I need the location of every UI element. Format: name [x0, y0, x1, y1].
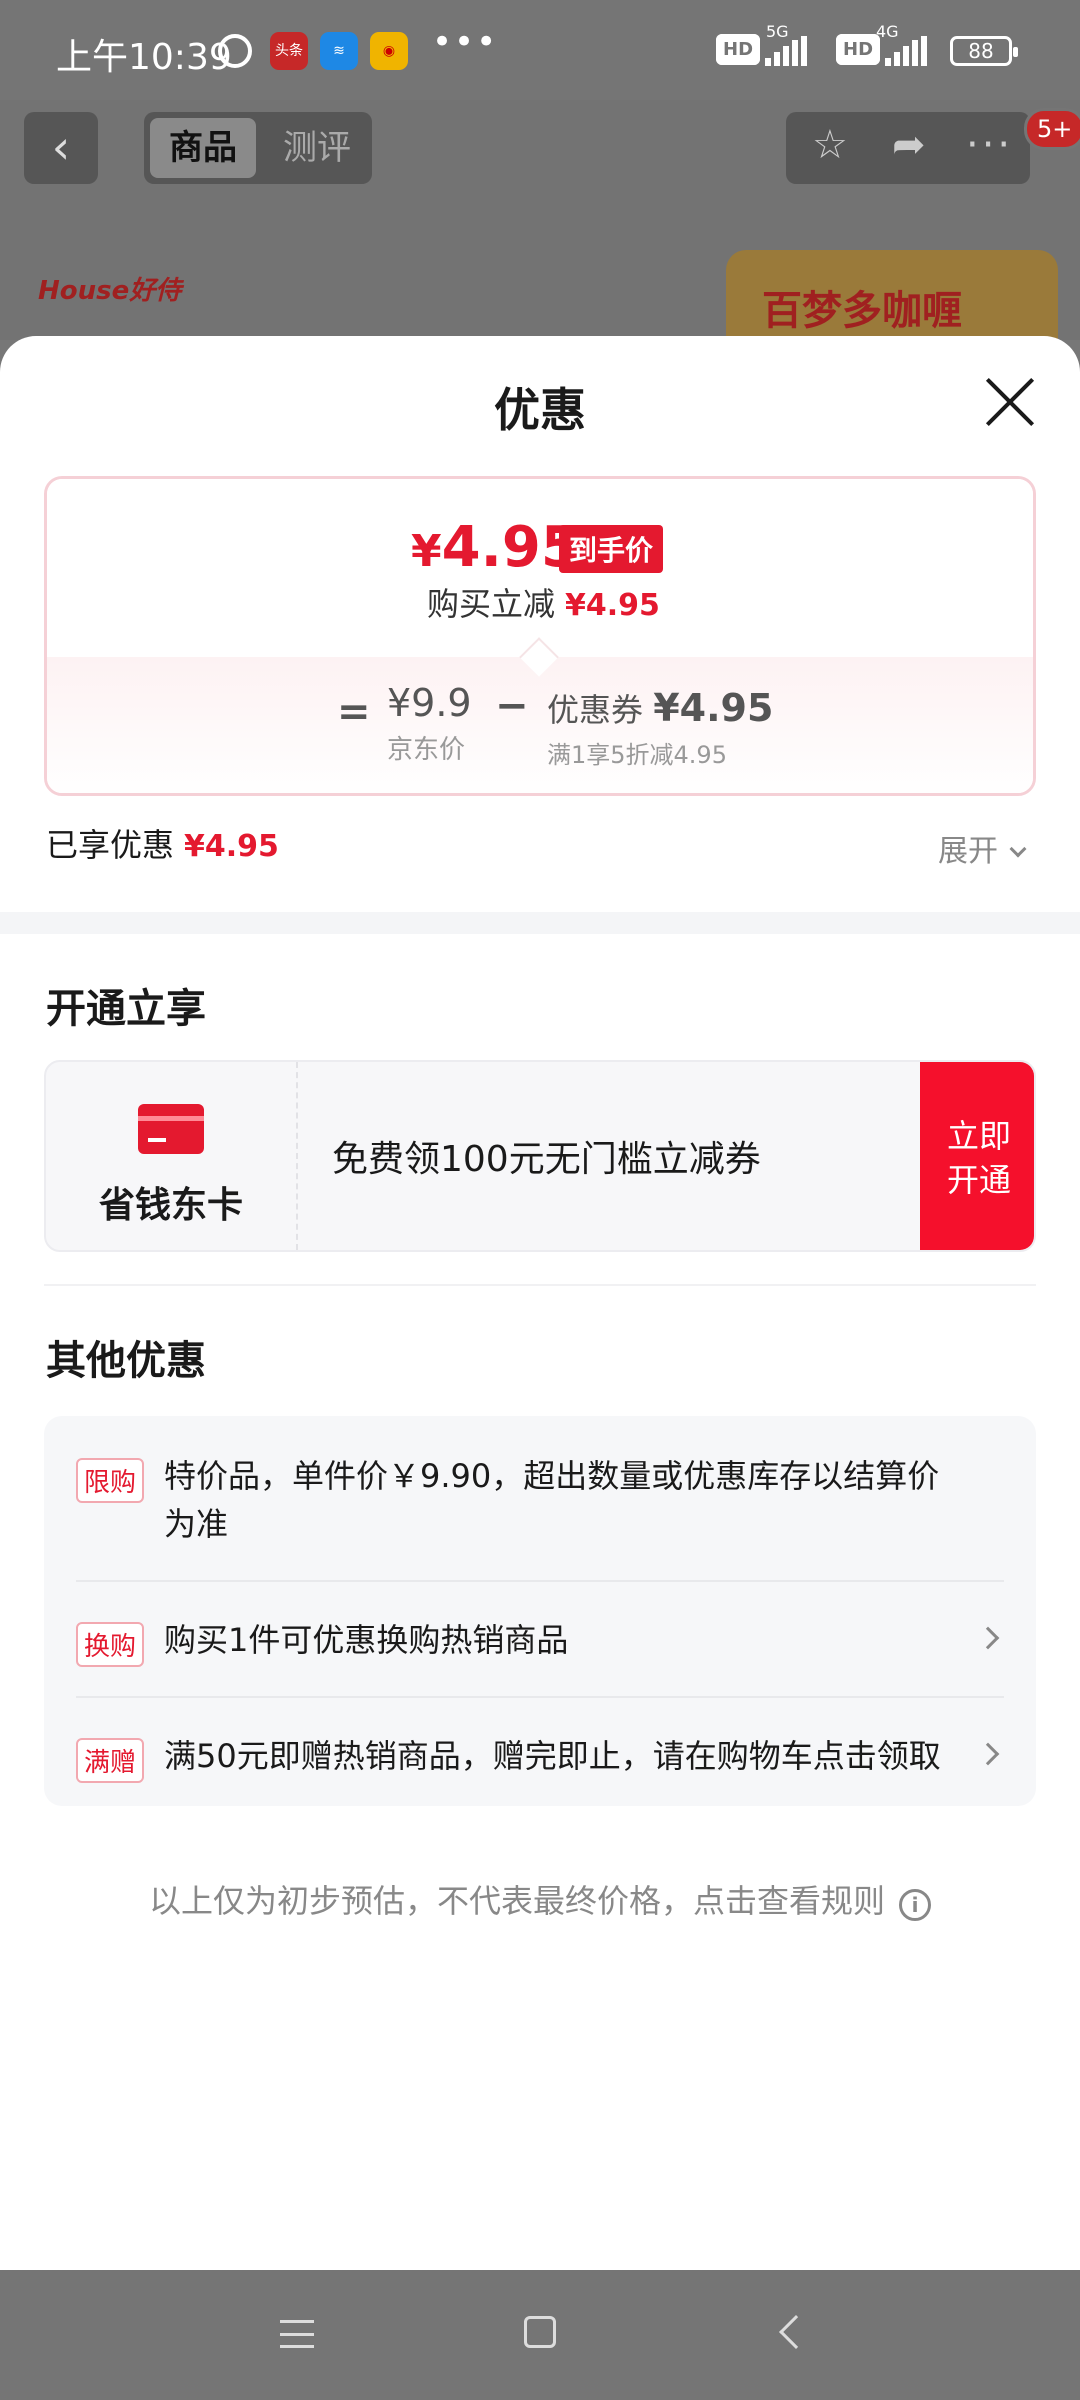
buy-cut-value: ¥4.95: [565, 588, 660, 623]
brand-logo: House好侍: [38, 276, 182, 306]
product-image[interactable]: 百梦多咖喱: [726, 250, 1058, 340]
list-item[interactable]: 满赠 满50元即赠热销商品，赠完即止，请在购物车点击领取: [76, 1737, 1004, 1783]
expand-button[interactable]: 展开: [938, 826, 1027, 870]
back-icon[interactable]: [779, 2315, 813, 2349]
sheet-title: 优惠: [494, 383, 586, 437]
final-price-tag: 到手价: [559, 525, 664, 573]
list-separator: [76, 1580, 1004, 1582]
divider: [44, 1284, 1036, 1286]
info-icon: i: [899, 1889, 931, 1921]
minus-sign: −: [495, 683, 529, 729]
share-icon[interactable]: ➦: [892, 122, 926, 168]
buy-cut-label: 购买立减: [427, 585, 556, 623]
list-item-text-line1: 特价品，单件价￥9.90，超出数量或优惠库存以结算价: [164, 1457, 940, 1495]
chevron-right-icon: [976, 1742, 1000, 1766]
signal-group-2: HD 4G: [836, 22, 930, 70]
list-item-text-line2: 为准: [164, 1505, 229, 1543]
home-icon[interactable]: [524, 2316, 556, 2348]
jd-price: ¥9.9: [387, 681, 472, 725]
weibo-app-icon: ◉: [370, 32, 408, 70]
star-icon[interactable]: ☆: [812, 122, 848, 168]
tab-switcher: 商品 测评: [144, 112, 372, 184]
signal-5g-icon: [765, 36, 810, 66]
limit-tag: 限购: [76, 1458, 145, 1503]
price-breakdown-card: ¥4.95 到手价 购买立减 ¥4.95 = ¥9.9 京东价 − 优惠券 ¥4.…: [44, 476, 1036, 796]
expand-label: 展开: [938, 834, 998, 869]
final-price: ¥4.95: [411, 515, 580, 580]
other-discounts-list: 限购 特价品，单件价￥9.90，超出数量或优惠库存以结算价 为准 换购 购买1件…: [44, 1416, 1036, 1806]
disclaimer-link[interactable]: 以上仅为初步预估，不代表最终价格，点击查看规则 i: [0, 1876, 1080, 1922]
vip-offer-text: 免费领100元无门槛立减券: [332, 1139, 761, 1180]
gift-tag: 满赠: [76, 1738, 145, 1783]
equals-sign: =: [337, 689, 371, 735]
status-bar: 上午10:39 头条 ≋ ◉ ••• HD 5G HD 4G 88: [0, 0, 1080, 100]
jd-price-label: 京东价: [387, 735, 466, 765]
other-section-title: 其他优惠: [46, 1338, 206, 1384]
vip-divider: [296, 1062, 298, 1250]
open-now-button[interactable]: 立即 开通: [920, 1062, 1034, 1250]
signal-4g-icon: [885, 36, 930, 66]
tab-product[interactable]: 商品: [150, 118, 256, 178]
close-icon[interactable]: [984, 376, 1036, 428]
chevron-left-icon: ‹: [51, 120, 71, 174]
list-item-text: 购买1件可优惠换购热销商品: [164, 1621, 569, 1659]
back-button[interactable]: ‹: [24, 112, 98, 184]
price-card-bottom: [47, 657, 1033, 793]
battery-icon: 88: [950, 36, 1018, 66]
open-section-title: 开通立享: [46, 986, 206, 1032]
chevron-down-icon: [1009, 840, 1027, 858]
disclaimer-text: 以上仅为初步预估，不代表最终价格，点击查看规则: [148, 1882, 885, 1920]
coupon-description: 满1享5折减4.95: [547, 741, 727, 769]
layers-app-icon: ≋: [320, 32, 358, 70]
vip-card-name: 省钱东卡: [98, 1185, 243, 1226]
coupon-line: 优惠券 ¥4.95: [547, 685, 773, 731]
toutiao-app-icon: 头条: [270, 32, 308, 70]
discount-sheet: 优惠 ¥4.95 到手价 购买立减 ¥4.95 = ¥9.9 京东价 − 优惠券 …: [0, 336, 1080, 2270]
alarm-icon: [218, 34, 252, 68]
enjoyed-discount: 已享优惠 ¥4.95: [46, 820, 279, 866]
coupon-value: ¥4.95: [653, 686, 774, 730]
chevron-right-icon: [976, 1626, 1000, 1650]
nav-actions: ☆ ➦ ···: [786, 112, 1030, 184]
section-gap: [0, 912, 1080, 934]
currency-symbol: ¥: [411, 526, 442, 577]
hd-icon: HD: [716, 34, 761, 65]
list-item: 限购 特价品，单件价￥9.90，超出数量或优惠库存以结算价 为准: [76, 1457, 1004, 1558]
coupon-label: 优惠券: [547, 691, 644, 729]
buy-cut-line: 购买立减 ¥4.95: [427, 579, 660, 625]
enjoyed-label: 已享优惠: [46, 826, 175, 864]
signal-group-1: HD 5G: [716, 22, 810, 70]
vip-card[interactable]: 省钱东卡 免费领100元无门槛立减券 立即 开通: [44, 1060, 1036, 1252]
open-now-line2: 开通: [946, 1161, 1011, 1199]
enjoyed-value: ¥4.95: [184, 829, 279, 864]
message-badge: 5+: [1024, 108, 1080, 150]
exchange-tag: 换购: [76, 1622, 145, 1667]
open-now-line1: 立即: [946, 1117, 1011, 1155]
more-notifications-icon: •••: [432, 22, 499, 62]
system-nav-bar: [0, 2270, 1080, 2400]
card-icon: [138, 1104, 204, 1154]
network-4g-label: 4G: [876, 22, 899, 41]
clock: 上午10:39: [56, 37, 232, 78]
network-5g-label: 5G: [766, 22, 789, 41]
menu-icon[interactable]: [280, 2320, 314, 2348]
hd-icon: HD: [836, 34, 881, 65]
product-top-nav: ‹ 商品 测评 ☆ ➦ ··· 5+ House好侍 百梦多咖喱: [0, 100, 1080, 340]
tab-review[interactable]: 测评: [268, 118, 366, 178]
list-separator: [76, 1696, 1004, 1698]
more-icon[interactable]: ···: [966, 122, 1013, 168]
list-item-text: 满50元即赠热销商品，赠完即止，请在购物车点击领取: [164, 1737, 941, 1775]
list-item-text: 特价品，单件价￥9.90，超出数量或优惠库存以结算价 为准: [164, 1452, 939, 1548]
list-item[interactable]: 换购 购买1件可优惠换购热销商品: [76, 1621, 1004, 1667]
